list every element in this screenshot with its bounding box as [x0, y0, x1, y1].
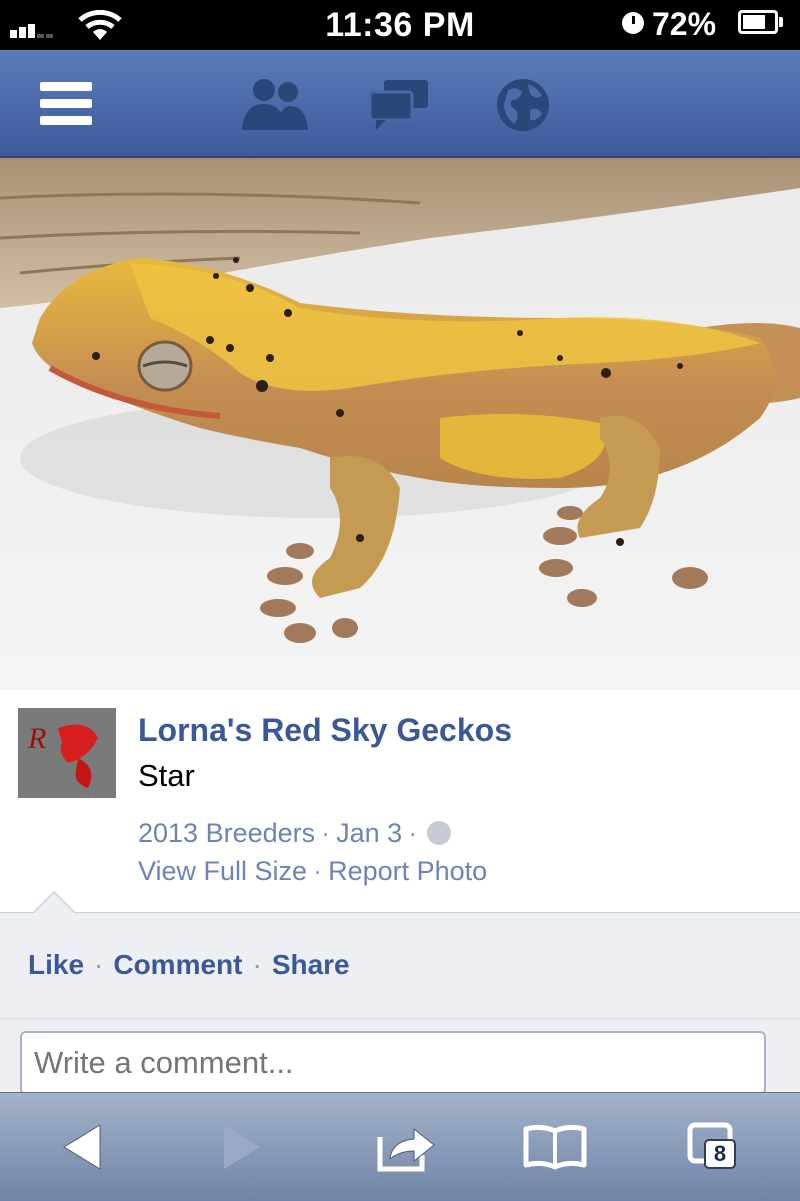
svg-text:R: R [27, 722, 46, 755]
separator-dot: · [252, 949, 262, 980]
battery-percent: 72% [652, 6, 717, 42]
battery-fill [743, 15, 765, 29]
back-icon[interactable] [60, 1121, 104, 1173]
friends-icon[interactable] [240, 76, 310, 132]
crested-gecko-photo[interactable] [0, 158, 800, 690]
messages-icon[interactable] [366, 76, 432, 132]
action-row: Like · Comment · Share [28, 949, 350, 981]
comment-area [0, 1018, 800, 1095]
post-details: R Lorna's Red Sky Geckos Star 2013 Breed… [0, 690, 800, 912]
avatar[interactable]: R [18, 708, 116, 798]
report-photo-link[interactable]: Report Photo [328, 856, 487, 886]
photo-caption: Star [138, 758, 195, 793]
album-link[interactable]: 2013 Breeders [138, 818, 315, 848]
view-full-size-link[interactable]: View Full Size [138, 856, 307, 886]
share-button[interactable]: Share [272, 949, 350, 980]
separator-dot: · [408, 818, 418, 848]
notch-inner [33, 893, 75, 914]
battery-cap [779, 17, 783, 27]
tab-count-badge[interactable]: 8 [704, 1139, 736, 1169]
battery-icon [738, 10, 778, 34]
separator-dot: · [321, 818, 331, 848]
comment-input[interactable] [20, 1031, 766, 1095]
browser-toolbar: 8 [0, 1092, 800, 1201]
separator-dot: · [94, 949, 104, 980]
photo-links: View Full Size · Report Photo [138, 856, 487, 887]
privacy-globe-icon [427, 821, 452, 845]
comment-button[interactable]: Comment [113, 949, 242, 980]
post-date[interactable]: Jan 3 [336, 818, 402, 848]
post-actions: Like · Comment · Share [0, 891, 800, 1019]
separator-dot: · [313, 856, 323, 886]
page-name-link[interactable]: Lorna's Red Sky Geckos [138, 712, 512, 749]
forward-icon[interactable] [220, 1121, 264, 1173]
status-bar: 11:36 PM 72% [0, 0, 800, 50]
share-icon[interactable] [376, 1121, 438, 1173]
bookmarks-icon[interactable] [522, 1121, 588, 1173]
like-button[interactable]: Like [28, 949, 84, 980]
clock-icon [622, 12, 644, 34]
menu-icon[interactable] [40, 82, 92, 126]
facebook-header [0, 50, 800, 158]
post-meta: 2013 Breeders · Jan 3 · [138, 818, 452, 849]
notifications-globe-icon[interactable] [494, 76, 552, 134]
